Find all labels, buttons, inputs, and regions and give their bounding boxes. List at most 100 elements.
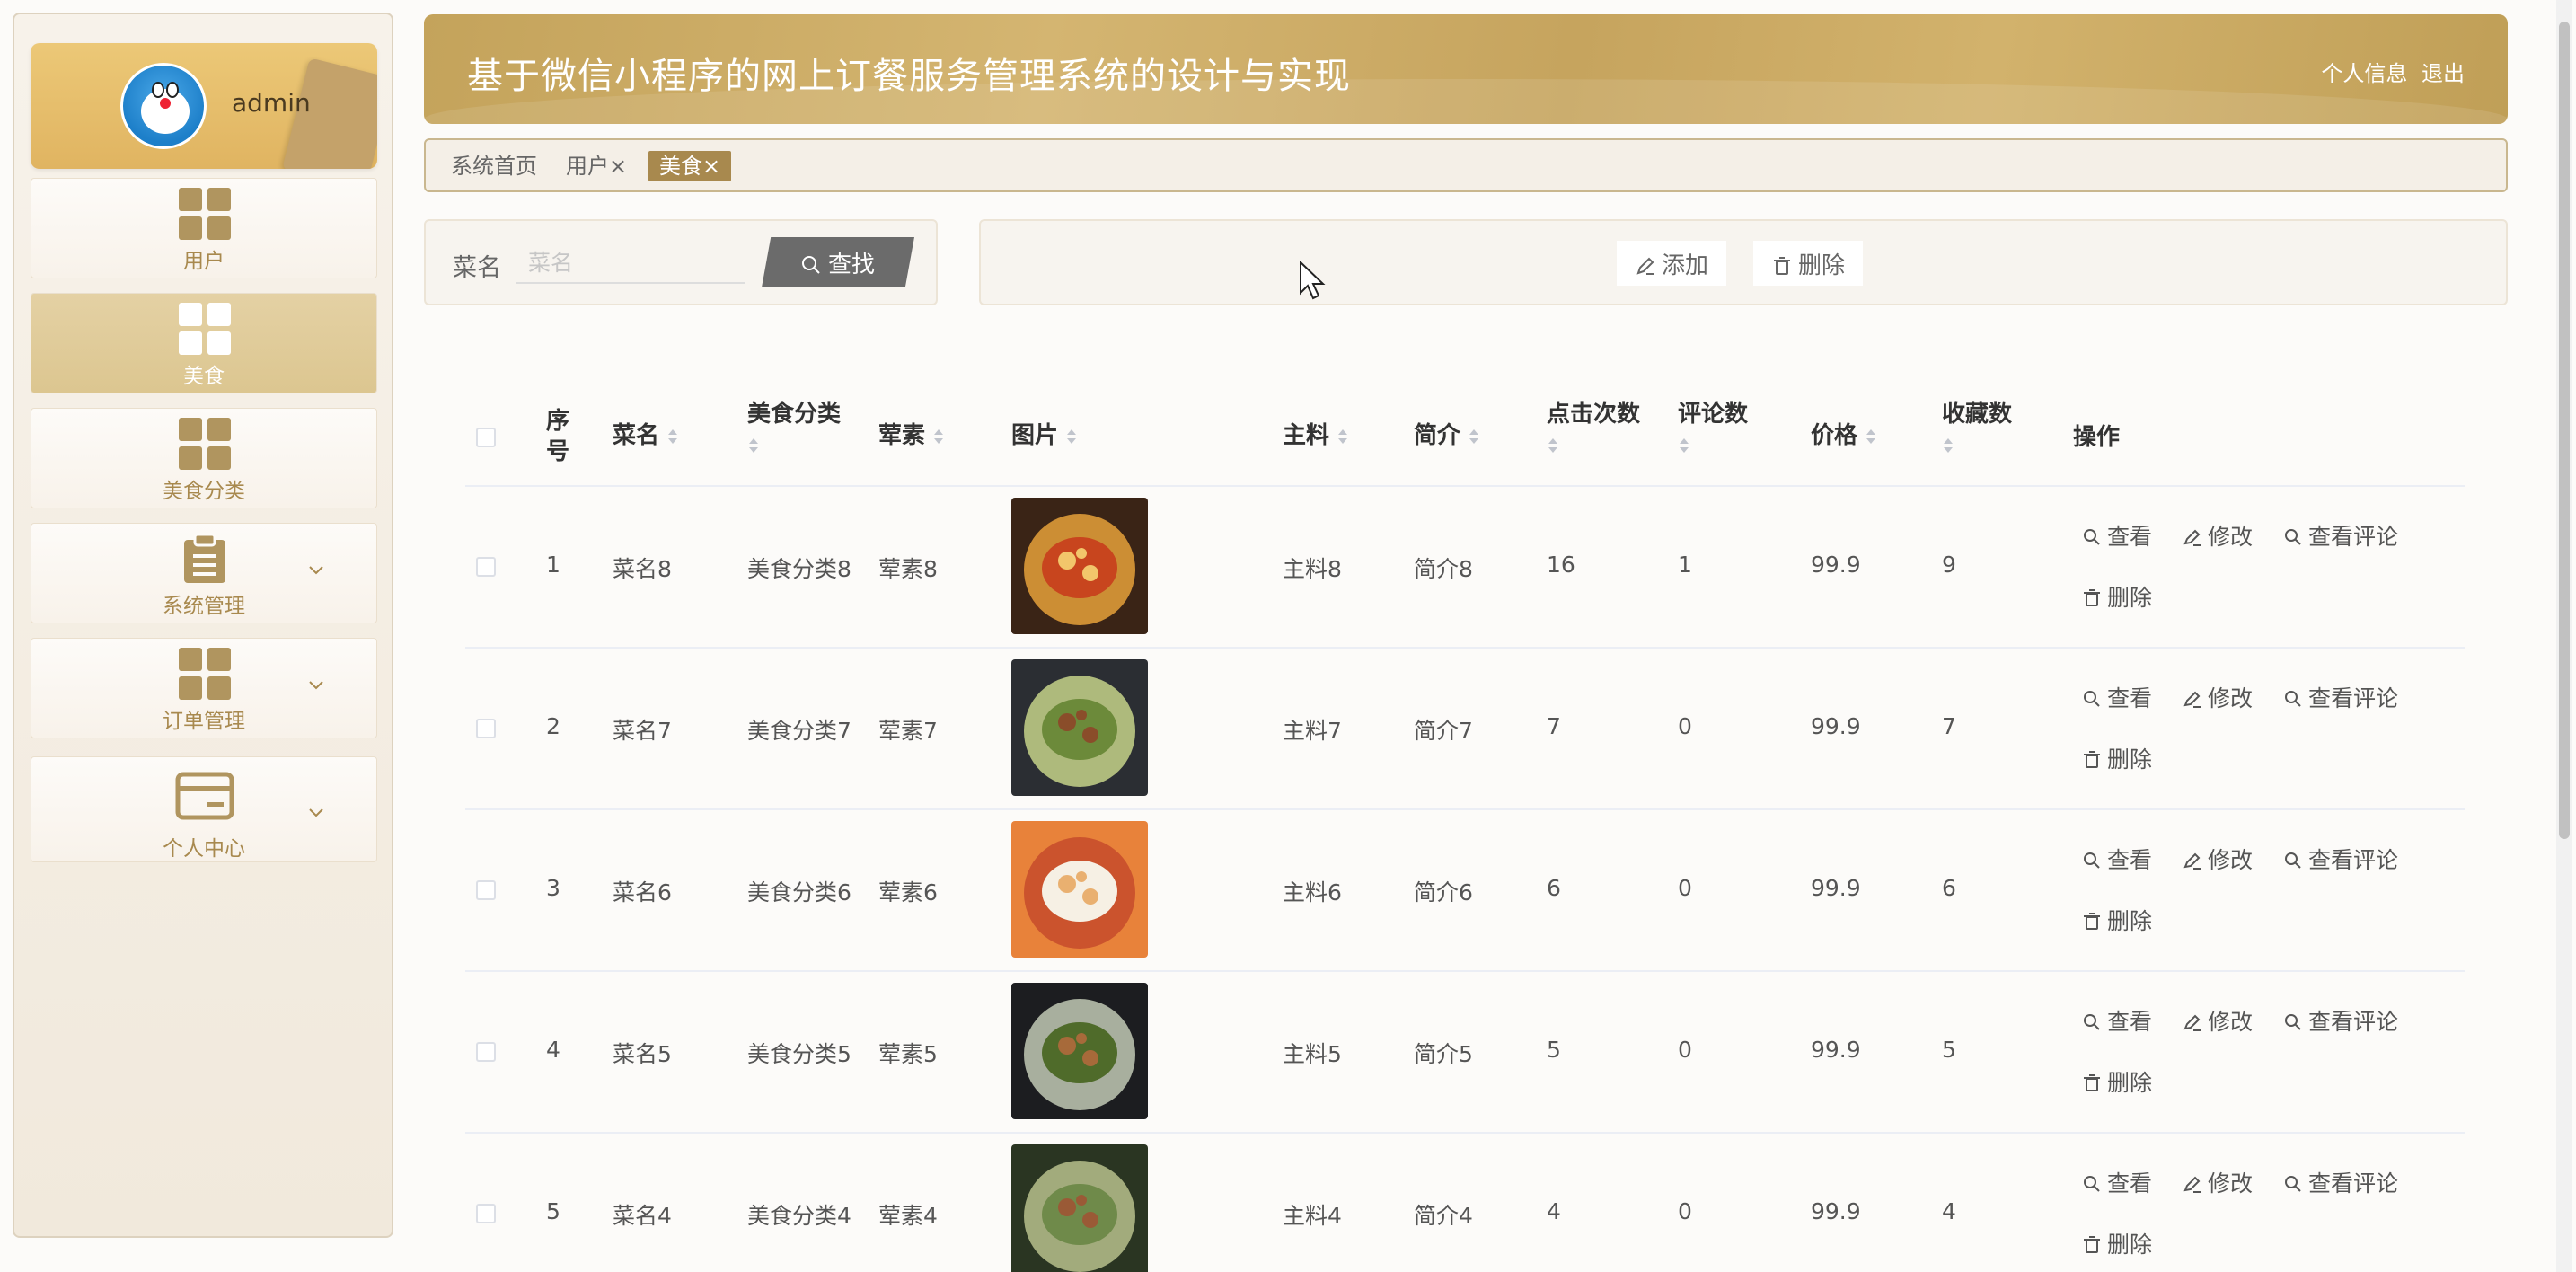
- user-name: admin: [232, 88, 311, 118]
- edit-button[interactable]: 修改: [2183, 843, 2253, 875]
- trash-icon: [2084, 589, 2100, 606]
- cell-name: 菜名8: [613, 556, 672, 582]
- food-image[interactable]: [1011, 983, 1148, 1119]
- row-checkbox[interactable]: [476, 1042, 496, 1062]
- edit-button[interactable]: 修改: [2183, 1004, 2253, 1037]
- view-comments-button[interactable]: 查看评论: [2283, 519, 2398, 552]
- sidebar-item-food-category[interactable]: 美食分类: [31, 408, 377, 508]
- trash-icon: [2084, 1236, 2100, 1253]
- header-price[interactable]: 价格: [1811, 420, 1877, 451]
- row-delete-button[interactable]: 删除: [2082, 580, 2152, 613]
- header-favorites[interactable]: 收藏数: [1942, 399, 2012, 460]
- cell-name: 菜名5: [613, 1041, 672, 1067]
- chevron-down-icon: [309, 808, 323, 817]
- edit-button[interactable]: 修改: [2183, 519, 2253, 552]
- cell-intro: 简介6: [1414, 879, 1473, 905]
- cell-intro: 简介7: [1414, 718, 1473, 744]
- top-header: 基于微信小程序的网上订餐服务管理系统的设计与实现 个人信息 退出: [424, 14, 2508, 124]
- table-row: 4 菜名5 美食分类5 荤素5 主料5 简介5 5 0 99.9 5 查看 修改 查看评论 删除: [465, 972, 2465, 1134]
- food-image[interactable]: [1011, 659, 1148, 796]
- view-button[interactable]: 查看: [2082, 1004, 2152, 1037]
- header-type[interactable]: 荤素: [878, 420, 945, 451]
- view-button[interactable]: 查看: [2082, 519, 2152, 552]
- trash-icon: [1774, 256, 1790, 275]
- grid-icon: [179, 418, 231, 470]
- sidebar: admin 用户 美食 美食分类 系统管理 订单管理 个人中心: [13, 13, 393, 1238]
- table-row: 3 菜名6 美食分类6 荤素6 主料6 简介6 6 0 99.9 6 查看 修改 查看评论 删除: [465, 810, 2465, 972]
- header-category[interactable]: 美食分类: [747, 399, 841, 460]
- cell-name: 菜名7: [613, 718, 672, 744]
- logout-link[interactable]: 退出: [2422, 61, 2465, 86]
- row-checkbox[interactable]: [476, 880, 496, 900]
- header-ingredient[interactable]: 主料: [1283, 420, 1349, 451]
- view-button[interactable]: 查看: [2082, 843, 2152, 875]
- search-button[interactable]: 查找: [762, 237, 914, 287]
- row-checkbox[interactable]: [476, 1204, 496, 1223]
- row-delete-button[interactable]: 删除: [2082, 1227, 2152, 1259]
- food-image[interactable]: [1011, 1144, 1148, 1272]
- edit-button[interactable]: 修改: [2183, 1166, 2253, 1198]
- cell-price: 99.9: [1811, 1037, 1861, 1063]
- header-links: 个人信息 退出: [2314, 56, 2465, 87]
- cell-category: 美食分类7: [747, 718, 851, 744]
- cell-price: 99.9: [1811, 875, 1861, 901]
- search-input[interactable]: [516, 243, 745, 284]
- header-clicks[interactable]: 点击次数: [1547, 399, 1640, 460]
- sidebar-item-food[interactable]: 美食: [31, 293, 377, 393]
- search-label: 菜名: [453, 254, 501, 282]
- sidebar-item-label: 美食: [183, 365, 225, 388]
- cell-comments: 0: [1678, 1037, 1692, 1063]
- tag-home[interactable]: 系统首页: [446, 151, 543, 181]
- header-comments[interactable]: 评论数: [1678, 399, 1748, 460]
- mouse-cursor-icon: [1300, 261, 1326, 300]
- row-checkbox[interactable]: [476, 719, 496, 738]
- cell-type: 荤素7: [878, 718, 938, 744]
- cell-clicks: 6: [1547, 875, 1561, 901]
- header-intro[interactable]: 简介: [1414, 420, 1480, 451]
- row-checkbox[interactable]: [476, 557, 496, 577]
- sort-icon: [1680, 438, 1689, 453]
- tag-users[interactable]: 用户×: [560, 151, 632, 181]
- sidebar-item-orders[interactable]: 订单管理: [31, 638, 377, 738]
- edit-button[interactable]: 修改: [2183, 681, 2253, 713]
- chevron-down-icon: [309, 681, 323, 690]
- view-button[interactable]: 查看: [2082, 681, 2152, 713]
- row-delete-button[interactable]: 删除: [2082, 742, 2152, 774]
- food-image[interactable]: [1011, 498, 1148, 634]
- view-comments-button[interactable]: 查看评论: [2283, 1004, 2398, 1037]
- grid-icon: [179, 303, 231, 355]
- search-icon: [2084, 691, 2100, 707]
- cell-name: 菜名6: [613, 879, 672, 905]
- search-icon: [2285, 529, 2301, 545]
- view-comments-button[interactable]: 查看评论: [2283, 681, 2398, 713]
- add-button[interactable]: 添加: [1617, 241, 1727, 286]
- scrollbar-thumb[interactable]: [2559, 22, 2570, 839]
- tag-food[interactable]: 美食×: [648, 151, 732, 181]
- food-image[interactable]: [1011, 821, 1148, 958]
- table-row: 5 菜名4 美食分类4 荤素4 主料4 简介4 4 0 99.9 4 查看 修改 查看评论 删除: [465, 1134, 2465, 1272]
- header-image[interactable]: 图片: [1011, 420, 1078, 451]
- breadcrumb-tags: 系统首页 用户× 美食×: [424, 138, 2508, 192]
- sort-icon: [749, 438, 758, 453]
- row-delete-button[interactable]: 删除: [2082, 1065, 2152, 1098]
- cell-index: 3: [546, 875, 560, 901]
- avatar-face: [141, 89, 190, 134]
- sidebar-item-profile[interactable]: 个人中心: [31, 756, 377, 862]
- view-button[interactable]: 查看: [2082, 1166, 2152, 1198]
- sidebar-item-system[interactable]: 系统管理: [31, 523, 377, 623]
- cell-intro: 简介4: [1414, 1203, 1473, 1229]
- vertical-scrollbar[interactable]: [2556, 0, 2572, 1272]
- view-comments-button[interactable]: 查看评论: [2283, 1166, 2398, 1198]
- select-all-checkbox[interactable]: [476, 428, 496, 447]
- avatar-eye: [166, 82, 179, 98]
- row-delete-button[interactable]: 删除: [2082, 904, 2152, 936]
- cell-favorites: 9: [1942, 552, 1956, 578]
- delete-button[interactable]: 删除: [1753, 241, 1864, 286]
- view-comments-button[interactable]: 查看评论: [2283, 843, 2398, 875]
- profile-link[interactable]: 个人信息: [2321, 61, 2407, 86]
- avatar[interactable]: [120, 63, 207, 149]
- table-header: 序号 菜名 美食分类 荤素 图片 主料 简介 点击次数 评论数 价格 收藏数 操…: [465, 386, 2465, 487]
- cell-type: 荤素8: [878, 556, 938, 582]
- header-name[interactable]: 菜名: [613, 420, 679, 451]
- sidebar-item-users[interactable]: 用户: [31, 178, 377, 278]
